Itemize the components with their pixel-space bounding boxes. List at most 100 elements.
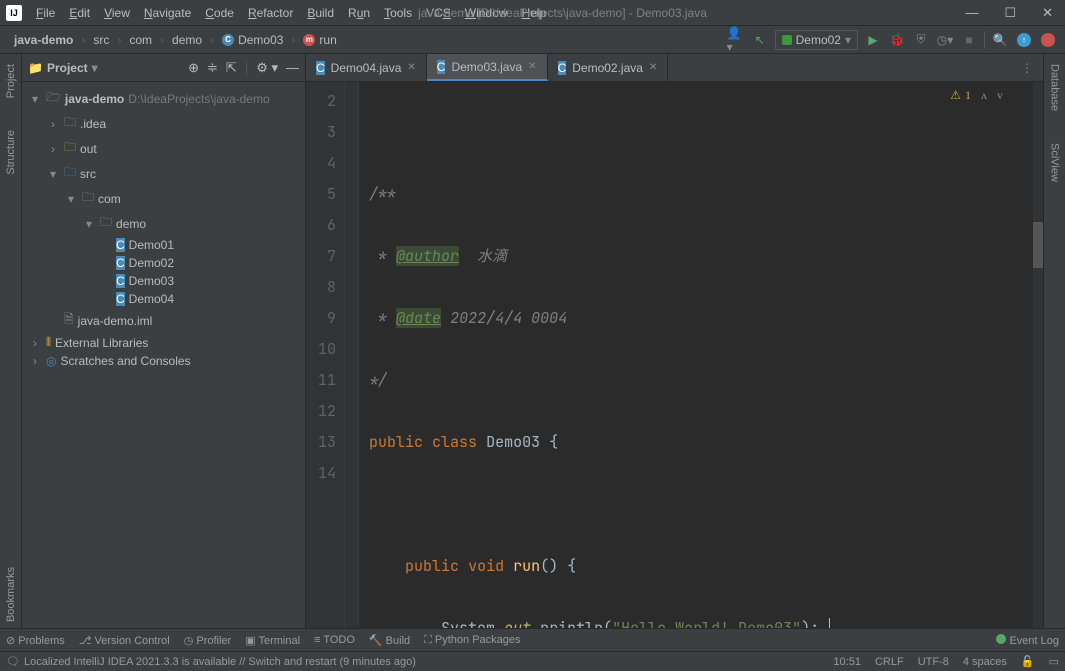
expand-all-icon[interactable]: ≑	[207, 60, 218, 76]
sidebar-tab-database[interactable]: Database	[1049, 58, 1061, 117]
close-tab-icon[interactable]: ✕	[528, 61, 536, 72]
editor-tabs: CDemo04.java✕ CDemo03.java✕ CDemo02.java…	[306, 54, 1043, 82]
tree-demo03[interactable]: CDemo03	[22, 272, 305, 290]
status-encoding[interactable]: UTF-8	[918, 656, 949, 668]
tool-build[interactable]: 🔨 Build	[369, 634, 410, 647]
project-tree: ▾🗁 java-demo D:\IdeaProjects\java-demo ›…	[22, 82, 305, 374]
sidebar-tab-bookmarks[interactable]: Bookmarks	[5, 561, 17, 628]
crumb-com[interactable]: com	[123, 31, 158, 49]
tree-idea[interactable]: ›🗀.idea	[22, 111, 305, 136]
tool-todo[interactable]: ≡ TODO	[314, 634, 355, 646]
update-icon[interactable]: ↑	[1015, 31, 1033, 49]
crumb-sep-icon: ›	[117, 33, 121, 47]
menu-tools[interactable]: Tools	[378, 4, 418, 22]
status-readonly-icon[interactable]: 🔓	[1021, 655, 1035, 668]
profile-icon[interactable]: ◷▾	[936, 31, 954, 49]
crumb-sep-icon: ›	[210, 33, 214, 47]
tree-demo04[interactable]: CDemo04	[22, 290, 305, 308]
line-gutter: 234567891011121314	[306, 82, 345, 628]
stop-icon[interactable]: ■	[960, 31, 978, 49]
tree-demo02[interactable]: CDemo02	[22, 254, 305, 272]
collapse-all-icon[interactable]: ⇱	[226, 60, 237, 76]
fold-gutter[interactable]	[345, 82, 359, 628]
status-caret[interactable]: 10:51	[833, 656, 861, 668]
tree-root[interactable]: ▾🗁 java-demo D:\IdeaProjects\java-demo	[22, 86, 305, 111]
tab-demo02[interactable]: CDemo02.java✕	[548, 54, 669, 81]
menu-file[interactable]: File	[30, 4, 61, 22]
prev-highlight-icon[interactable]: ʌ	[981, 88, 987, 103]
status-ide-icon[interactable]: ▭	[1049, 655, 1059, 668]
run-config-dropdown[interactable]: Demo02 ▾	[775, 30, 858, 50]
menu-run[interactable]: Run	[342, 4, 376, 22]
crumb-method[interactable]: mrun	[297, 31, 342, 49]
tabs-more-icon[interactable]: ⋮	[1011, 54, 1043, 81]
minimize-button[interactable]: —	[959, 5, 984, 21]
navigation-bar: java-demo › src › com › demo › CDemo03 ›…	[0, 26, 1065, 54]
menu-code[interactable]: Code	[199, 4, 240, 22]
build-icon[interactable]: ↖	[751, 31, 769, 49]
crumb-src[interactable]: src	[87, 31, 115, 49]
tree-demo[interactable]: ▾🗀demo	[22, 211, 305, 236]
panel-settings-icon[interactable]: ⚙ ▾	[256, 60, 278, 76]
menu-view[interactable]: View	[98, 4, 136, 22]
search-icon[interactable]: 🔍	[991, 31, 1009, 49]
sidebar-tab-sciview[interactable]: SciView	[1049, 137, 1061, 188]
tree-out[interactable]: ›🗀out	[22, 136, 305, 161]
run-icon[interactable]: ▶	[864, 31, 882, 49]
tab-demo04[interactable]: CDemo04.java✕	[306, 54, 427, 81]
tool-eventlog[interactable]: Event Log	[996, 634, 1059, 647]
project-view-select[interactable]: 📁 Project ▾	[28, 61, 98, 75]
toolbar: 👤▾ ↖ Demo02 ▾ ▶ 🐞 ⛨ ◷▾ ■ 🔍 ↑	[727, 30, 1057, 50]
tree-src[interactable]: ▾🗀src	[22, 161, 305, 186]
window-controls: — ☐ ✕	[959, 5, 1059, 21]
hide-panel-icon[interactable]: —	[286, 60, 299, 76]
tool-terminal[interactable]: ▣ Terminal	[245, 634, 300, 647]
menu-refactor[interactable]: Refactor	[242, 4, 299, 22]
tool-python[interactable]: ⛶ Python Packages	[424, 634, 520, 647]
crumb-demo[interactable]: demo	[166, 31, 208, 49]
tab-demo03[interactable]: CDemo03.java✕	[427, 54, 548, 81]
menu-build[interactable]: Build	[301, 4, 340, 22]
tree-scratches[interactable]: ›◎Scratches and Consoles	[22, 352, 305, 370]
tree-iml[interactable]: 🗎java-demo.iml	[22, 308, 305, 333]
maximize-button[interactable]: ☐	[998, 5, 1022, 21]
select-opened-icon[interactable]: ⊕	[188, 60, 199, 76]
status-message[interactable]: Localized IntelliJ IDEA 2021.3.3 is avai…	[24, 656, 416, 668]
menu-navigate[interactable]: Navigate	[138, 4, 197, 22]
debug-icon[interactable]: 🐞	[888, 31, 906, 49]
add-config-icon[interactable]: 👤▾	[727, 31, 745, 49]
sidebar-tab-project[interactable]: Project	[5, 58, 17, 104]
warning-icon: ⚠	[950, 88, 961, 103]
tree-ext-lib[interactable]: ›⫴External Libraries	[22, 333, 305, 352]
close-tab-icon[interactable]: ✕	[649, 62, 657, 73]
ide-icon[interactable]	[1039, 31, 1057, 49]
code-editor[interactable]: 234567891011121314 /** * @author 水滴 * @d…	[306, 82, 1043, 628]
project-panel-header: 📁 Project ▾ ⊕ ≑ ⇱ | ⚙ ▾ —	[22, 54, 305, 82]
tool-problems[interactable]: ⊘ Problems	[6, 634, 65, 647]
crumb-project[interactable]: java-demo	[8, 31, 79, 49]
left-gutter: Project Structure Bookmarks	[0, 54, 22, 628]
sidebar-tab-structure[interactable]: Structure	[5, 124, 17, 181]
tree-com[interactable]: ▾🗀com	[22, 186, 305, 211]
status-line-ending[interactable]: CRLF	[875, 656, 904, 668]
inspection-badge[interactable]: ⚠ 1 ʌ v	[950, 88, 1003, 103]
menu-edit[interactable]: Edit	[63, 4, 96, 22]
tool-vcs[interactable]: ⎇ Version Control	[79, 634, 170, 647]
project-tool-window: 📁 Project ▾ ⊕ ≑ ⇱ | ⚙ ▾ — ▾🗁 java-demo D…	[22, 54, 306, 628]
status-icon[interactable]: 🗨	[6, 655, 20, 668]
crumb-class[interactable]: CDemo03	[216, 31, 289, 49]
coverage-icon[interactable]: ⛨	[912, 31, 930, 49]
tool-profiler[interactable]: ◷ Profiler	[184, 634, 232, 647]
tree-demo01[interactable]: CDemo01	[22, 236, 305, 254]
bottom-toolbar: ⊘ Problems ⎇ Version Control ◷ Profiler …	[0, 628, 1065, 651]
title-bar: IJ File Edit View Navigate Code Refactor…	[0, 0, 1065, 26]
code-content[interactable]: /** * @author 水滴 * @date 2022/4/4 0004 *…	[359, 82, 1043, 628]
close-button[interactable]: ✕	[1036, 5, 1059, 21]
crumb-sep-icon: ›	[291, 33, 295, 47]
app-logo-icon: IJ	[6, 5, 22, 21]
editor-scrollbar[interactable]	[1033, 82, 1043, 628]
status-indent[interactable]: 4 spaces	[963, 656, 1007, 668]
next-highlight-icon[interactable]: v	[997, 88, 1003, 103]
crumb-sep-icon: ›	[81, 33, 85, 47]
close-tab-icon[interactable]: ✕	[407, 62, 415, 73]
